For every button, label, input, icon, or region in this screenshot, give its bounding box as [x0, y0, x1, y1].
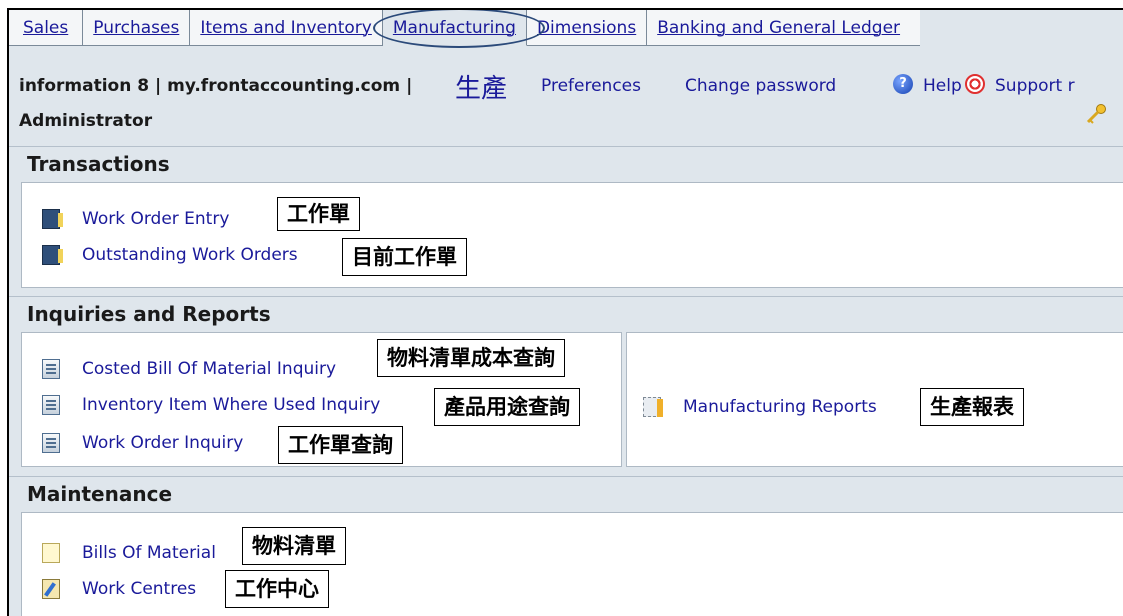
key-icon[interactable] — [1085, 104, 1107, 124]
edit-icon — [42, 579, 60, 599]
tab-dimensions[interactable]: Dimensions — [526, 10, 648, 46]
tab-manufacturing[interactable]: Manufacturing — [372, 10, 545, 48]
note-work-order-entry: 工作單 — [277, 197, 360, 231]
report-icon — [42, 395, 60, 415]
work-centres-link[interactable]: Work Centres — [82, 579, 196, 599]
tab-manufacturing-label: Manufacturing — [392, 18, 516, 38]
inquiries-panel: Costed Bill Of Material Inquiry 物料清單成本查詢… — [21, 332, 622, 467]
current-user: Administrator — [19, 111, 153, 131]
book-icon — [42, 245, 63, 265]
app-window: Sales Purchases Items and Inventory Manu… — [7, 8, 1123, 616]
work-order-inquiry-link[interactable]: Work Order Inquiry — [82, 433, 243, 453]
inquiries-heading: Inquiries and Reports — [9, 296, 1123, 330]
preferences-link[interactable]: Preferences — [541, 76, 641, 96]
header: information 8 | my.frontaccounting.com |… — [9, 48, 1123, 136]
help-link[interactable]: Help — [923, 76, 962, 96]
module-tabs: Sales Purchases Items and Inventory Manu… — [9, 10, 1123, 48]
help-icon[interactable]: ? — [893, 74, 913, 94]
transactions-heading: Transactions — [9, 146, 1123, 180]
manufacturing-reports-link[interactable]: Manufacturing Reports — [683, 397, 877, 417]
change-password-link[interactable]: Change password — [685, 76, 836, 96]
note-bills-of-material: 物料清單 — [242, 527, 346, 565]
where-used-inquiry-link[interactable]: Inventory Item Where Used Inquiry — [82, 395, 380, 415]
note-costed-bom-inquiry: 物料清單成本查詢 — [377, 339, 565, 377]
tab-banking-and-general-ledger[interactable]: Banking and General Ledger — [647, 10, 921, 46]
note-manufacturing-reports: 生產報表 — [920, 388, 1024, 426]
note-outstanding-work-orders: 目前工作單 — [342, 238, 467, 276]
transactions-panel: Work Order Entry 工作單 Outstanding Work Or… — [21, 182, 1123, 288]
book-icon — [42, 209, 63, 229]
work-order-entry-link[interactable]: Work Order Entry — [82, 209, 229, 229]
maintenance-panel: Bills Of Material 物料清單 Work Centres 工作中心 — [21, 512, 1123, 616]
maintenance-heading: Maintenance — [9, 476, 1123, 510]
report-icon — [42, 359, 60, 379]
reports-icon — [643, 397, 663, 417]
outstanding-work-orders-link[interactable]: Outstanding Work Orders — [82, 245, 298, 265]
tab-items-and-inventory[interactable]: Items and Inventory — [190, 10, 383, 46]
document-icon — [42, 543, 60, 563]
lifebuoy-icon[interactable] — [965, 74, 985, 94]
reports-panel: Manufacturing Reports 生產報表 — [626, 332, 1123, 467]
tab-purchases[interactable]: Purchases — [83, 10, 191, 46]
note-work-centres: 工作中心 — [225, 570, 329, 608]
report-icon — [42, 433, 60, 453]
tab-sales[interactable]: Sales — [9, 10, 84, 46]
note-work-order-inquiry: 工作單查詢 — [278, 426, 403, 464]
costed-bom-inquiry-link[interactable]: Costed Bill Of Material Inquiry — [82, 359, 336, 379]
support-link[interactable]: Support r — [995, 76, 1075, 96]
company-info: information 8 | my.frontaccounting.com | — [19, 76, 413, 96]
zh-page-title: 生產 — [455, 74, 508, 104]
note-where-used-inquiry: 產品用途查詢 — [434, 388, 580, 426]
bills-of-material-link[interactable]: Bills Of Material — [82, 543, 216, 563]
